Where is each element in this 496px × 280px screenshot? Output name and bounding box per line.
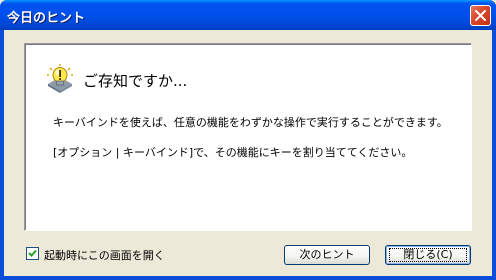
show-on-startup-label[interactable]: 起動時にこの画面を開く bbox=[44, 247, 165, 263]
dialog-body: ご存知ですか... キーバインドを使えば、任意の機能をわずかな操作で実行すること… bbox=[4, 30, 492, 276]
window-title: 今日のヒント bbox=[7, 11, 86, 26]
tip-text-line-2: [オプション | キーバインド]で、その機能にキーを割り当ててください。 bbox=[53, 146, 413, 159]
title-bar[interactable]: 今日のヒント bbox=[0, 0, 496, 30]
lightbulb-icon bbox=[47, 64, 73, 93]
tip-text-line-1: キーバインドを使えば、任意の機能をわずかな操作で実行することができます。 bbox=[53, 116, 448, 129]
close-icon bbox=[475, 10, 486, 21]
show-on-startup-checkbox[interactable] bbox=[26, 247, 39, 260]
tip-of-the-day-dialog: 今日のヒント ご存知ですか... キーバインドを使えば、任意の機能をわずかな操作… bbox=[0, 0, 496, 280]
tip-heading: ご存知ですか... bbox=[83, 72, 188, 90]
tip-panel: ご存知ですか... キーバインドを使えば、任意の機能をわずかな操作で実行すること… bbox=[24, 43, 472, 231]
next-tip-button[interactable]: 次のヒント bbox=[284, 245, 370, 265]
focus-indicator bbox=[389, 248, 467, 262]
close-window-button[interactable] bbox=[470, 5, 491, 26]
close-button[interactable]: 閉じる(C) bbox=[385, 245, 471, 265]
checkmark-icon bbox=[28, 249, 37, 257]
